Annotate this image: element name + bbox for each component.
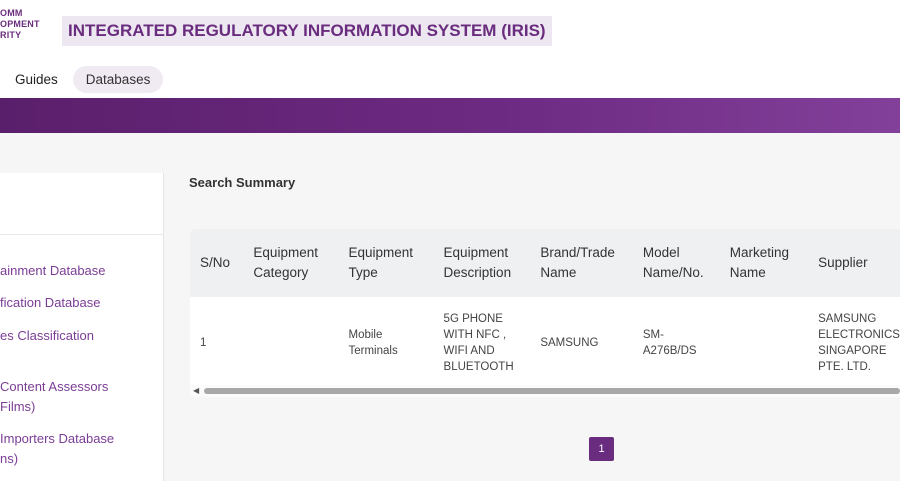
- table-cell: 5G PHONE WITH NFC , WIFI AND BLUETOOTH: [443, 313, 514, 373]
- table-cell: 1: [200, 337, 207, 349]
- sidebar-divider: [0, 234, 164, 235]
- logo-line: OPMENT: [0, 19, 40, 29]
- sidebar-link-label: ns): [0, 451, 19, 466]
- horizontal-scrollbar[interactable]: ◀: [190, 385, 900, 397]
- logo-line: RITY: [0, 30, 22, 40]
- scroll-left-arrow-icon[interactable]: ◀: [193, 386, 199, 395]
- search-summary-title: Search Summary: [189, 175, 296, 190]
- content-area: ainment Database fication Database es Cl…: [0, 133, 900, 481]
- sidebar-link-label: Films): [0, 399, 36, 414]
- table-cell: Mobile Terminals: [348, 329, 398, 357]
- column-header: Brand/Trade Name: [530, 229, 633, 297]
- pagination-page-button[interactable]: 1: [589, 437, 614, 461]
- sidebar-link-label: es Classification: [0, 328, 94, 343]
- nav-item-databases[interactable]: Databases: [72, 65, 164, 93]
- scrollbar-thumb[interactable]: [204, 388, 900, 394]
- column-header: Equipment Category: [243, 229, 339, 297]
- results-table-container: S/No Equipment Category Equipment Type Equ…: [190, 229, 900, 397]
- column-header: Marketing Name: [719, 229, 809, 297]
- sidebar-link[interactable]: Importers Database ns): [0, 429, 114, 469]
- table-header-row: S/No Equipment Category Equipment Type Equ…: [190, 229, 900, 297]
- system-title: INTEGRATED REGULATORY INFORMATION SYSTEM…: [62, 16, 552, 46]
- column-header: Supplier: [808, 229, 900, 297]
- sidebar-link[interactable]: Content Assessors Films): [0, 377, 108, 417]
- column-header: S/No: [190, 229, 244, 297]
- column-header: Equipment Type: [338, 229, 434, 297]
- sidebar-link[interactable]: es Classification: [0, 326, 94, 346]
- table-row: 1 Mobile Terminals 5G PHONE WITH NFC , WIFI…: [190, 297, 900, 389]
- nav-item-guides[interactable]: Guides: [2, 66, 71, 93]
- table-cell: SAMSUNG: [540, 337, 599, 349]
- sidebar-link-label: Content Assessors: [0, 379, 109, 394]
- authority-logo[interactable]: OMM OPMENT RITY: [0, 8, 60, 41]
- column-header: Equipment Description: [433, 229, 531, 297]
- sidebar-link-label: Importers Database: [0, 431, 115, 446]
- sidebar-link[interactable]: fication Database: [0, 293, 100, 313]
- results-table: S/No Equipment Category Equipment Type Equ…: [190, 229, 900, 389]
- sidebar: ainment Database fication Database es Cl…: [0, 173, 164, 481]
- logo-line: OMM: [0, 8, 23, 18]
- sidebar-link[interactable]: ainment Database: [0, 261, 106, 281]
- sidebar-link-label: ainment Database: [0, 263, 106, 278]
- table-cell: SAMSUNG ELECTRONICS SINGAPORE PTE. LTD.: [818, 313, 900, 373]
- top-nav: Guides Databases: [0, 64, 164, 94]
- column-header: Model Name/No.: [632, 229, 720, 297]
- sidebar-link-label: fication Database: [0, 295, 101, 310]
- table-cell: [720, 297, 808, 389]
- page-banner: [0, 98, 900, 133]
- table-cell: [243, 297, 338, 389]
- table-cell: SM- A276B/DS: [642, 329, 697, 357]
